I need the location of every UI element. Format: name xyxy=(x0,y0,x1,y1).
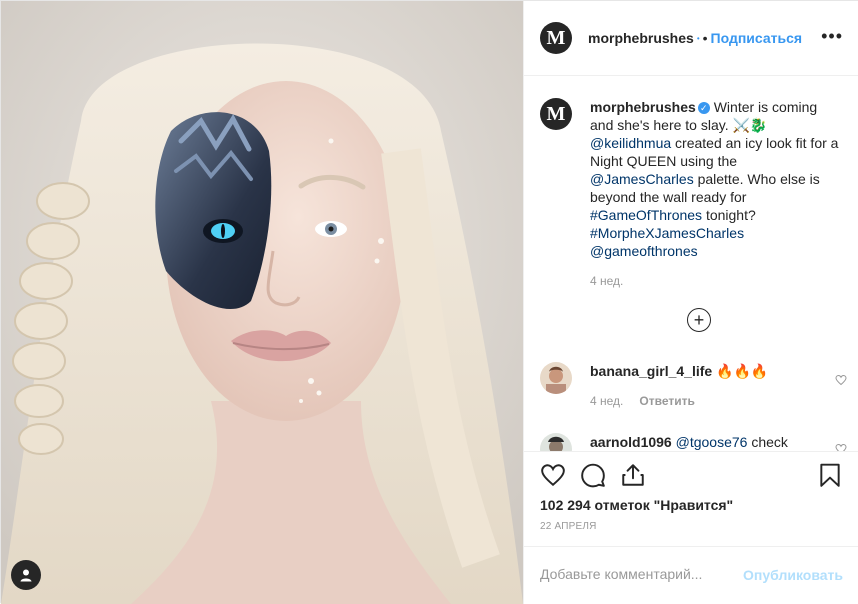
like-comment-heart-icon[interactable] xyxy=(835,443,847,451)
avatar-image xyxy=(540,433,572,451)
reply-button[interactable]: Ответить xyxy=(639,394,694,408)
comment-body: banana_girl_4_life 🔥🔥🔥 4 нед. Ответить xyxy=(590,362,768,410)
likes-count[interactable]: 102 294 отметок "Нравится" xyxy=(540,497,733,513)
post-caption: M morphebrushes ✓ Winter is coming and sh… xyxy=(540,98,845,260)
share-icon[interactable] xyxy=(620,462,646,488)
hashtag-link[interactable]: #MorpheXJamesCharles xyxy=(590,225,744,241)
avatar-image xyxy=(540,362,572,394)
commenter-avatar[interactable] xyxy=(540,362,572,394)
caption-avatar[interactable]: M xyxy=(540,98,572,130)
comment-meta: 4 нед. Ответить xyxy=(590,392,768,410)
post-photo[interactable] xyxy=(1,1,523,604)
comment-item: banana_girl_4_life 🔥🔥🔥 4 нед. Ответить xyxy=(540,362,845,410)
user-icon xyxy=(20,569,32,582)
header-separator: • xyxy=(702,30,708,46)
caption-text: morphebrushes ✓ Winter is coming and she'… xyxy=(590,98,840,260)
follow-button[interactable]: Подписаться xyxy=(711,30,803,46)
comment-text: check xyxy=(747,434,788,450)
caption-timestamp[interactable]: 4 нед. xyxy=(590,274,623,288)
comment-timestamp[interactable]: 4 нед. xyxy=(590,394,623,408)
like-comment-heart-icon[interactable] xyxy=(835,374,847,386)
bookmark-icon[interactable] xyxy=(817,462,843,488)
mention-link[interactable]: @JamesCharles xyxy=(590,171,694,187)
mention-link[interactable]: @gameofthrones xyxy=(590,243,698,259)
mention-link[interactable]: @keilidhmua xyxy=(590,135,671,151)
tagged-user-icon[interactable] xyxy=(11,560,41,590)
post-side-panel: M morphebrushes • • Подписаться ••• M mo… xyxy=(523,1,858,604)
post-date[interactable]: 22 апреля xyxy=(540,521,597,532)
author-username[interactable]: morphebrushes xyxy=(588,30,694,46)
verified-icon: • xyxy=(696,33,700,43)
load-more-comments-button[interactable]: + xyxy=(687,308,711,332)
more-options-icon[interactable]: ••• xyxy=(821,27,843,45)
commenter-avatar[interactable] xyxy=(540,433,572,451)
post-actions xyxy=(524,451,858,491)
comment-body: aarnold1096 @tgoose76 check xyxy=(590,433,788,451)
verified-badge-icon: ✓ xyxy=(697,102,710,114)
comments-list[interactable]: M morphebrushes ✓ Winter is coming and sh… xyxy=(524,77,858,451)
comment-input[interactable] xyxy=(540,566,730,582)
avatar-letter: M xyxy=(546,27,566,49)
mention-link[interactable]: @tgoose76 xyxy=(676,434,748,450)
post-header: M morphebrushes • • Подписаться ••• xyxy=(524,1,858,76)
caption-username[interactable]: morphebrushes xyxy=(590,99,696,115)
comment-icon[interactable] xyxy=(580,462,606,488)
hashtag-link[interactable]: #GameOfThrones xyxy=(590,207,702,223)
avatar-letter: M xyxy=(546,103,566,125)
heart-icon[interactable] xyxy=(540,462,566,488)
caption-text-part: tonight? xyxy=(702,207,756,223)
instagram-post: M morphebrushes • • Подписаться ••• M mo… xyxy=(0,0,858,604)
add-comment-section: Опубликовать xyxy=(524,546,858,604)
photo-illustration xyxy=(1,1,523,604)
publish-button[interactable]: Опубликовать xyxy=(743,567,843,583)
comment-username[interactable]: aarnold1096 xyxy=(590,434,672,450)
plus-icon: + xyxy=(693,309,705,330)
comment-item: aarnold1096 @tgoose76 check xyxy=(540,433,845,451)
author-avatar[interactable]: M xyxy=(540,22,572,54)
comment-username[interactable]: banana_girl_4_life xyxy=(590,363,712,379)
comment-text: 🔥🔥🔥 xyxy=(712,363,769,379)
